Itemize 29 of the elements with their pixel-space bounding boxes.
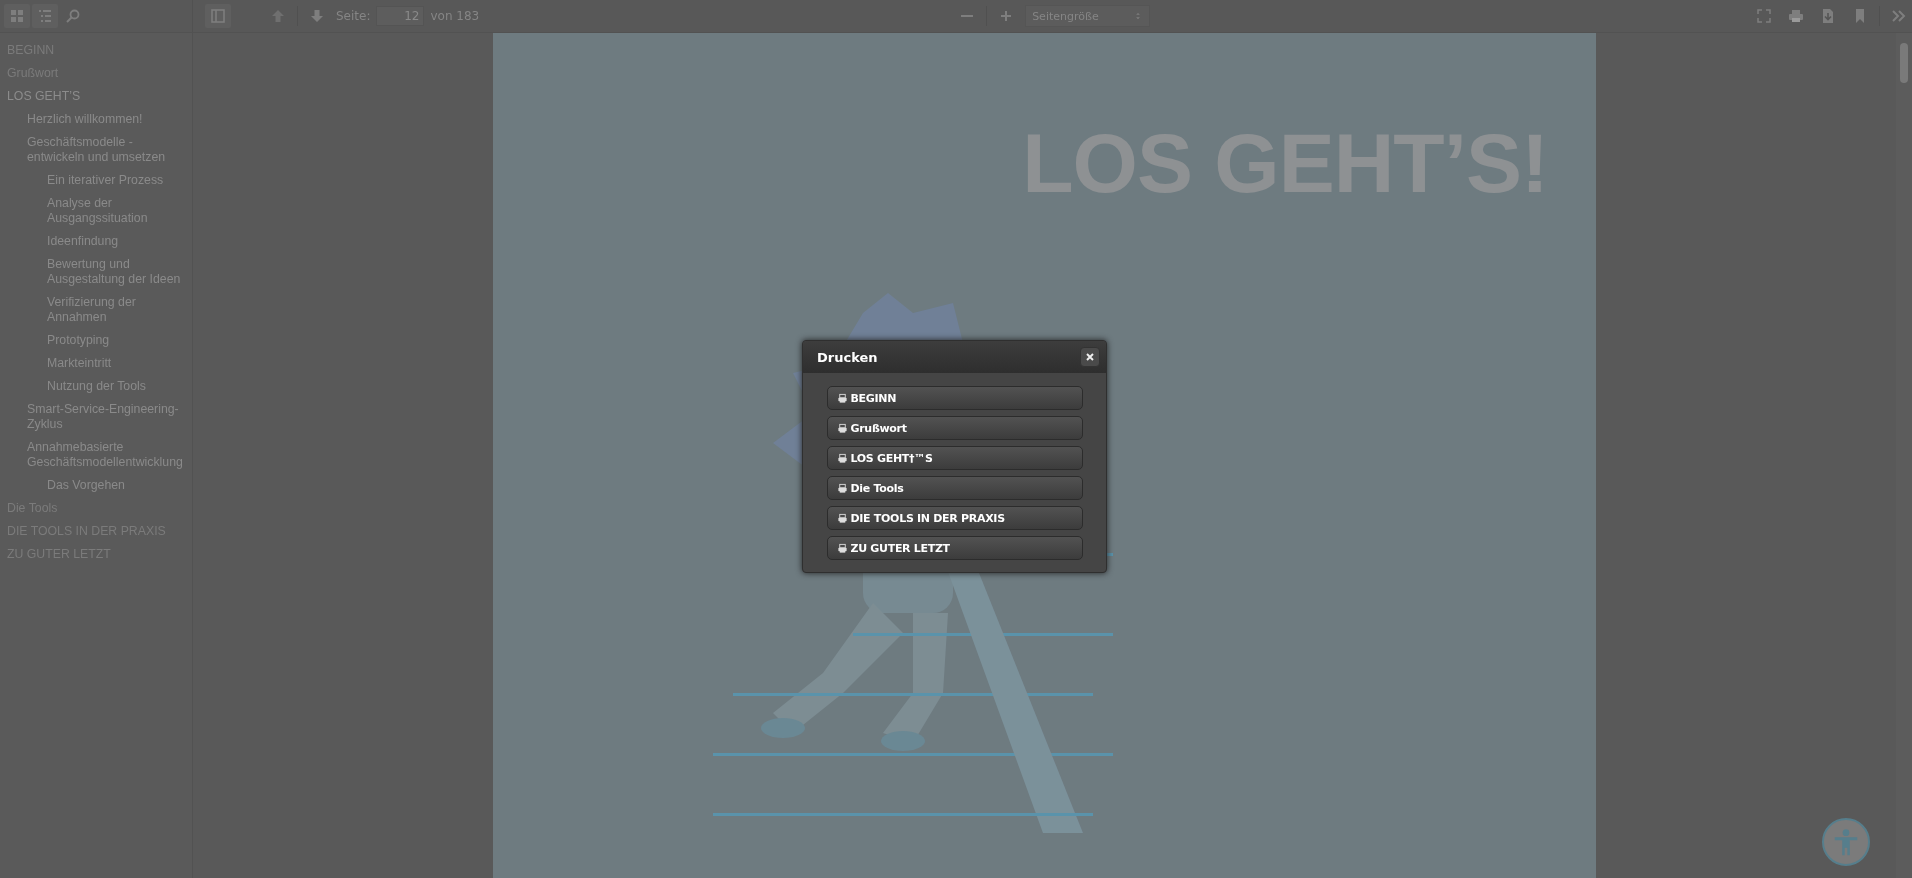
thumbnails-button[interactable]: [4, 4, 30, 28]
printer-icon: [1788, 8, 1804, 24]
print-section-button[interactable]: DIE TOOLS IN DER PRAXIS: [826, 506, 1083, 530]
printer-icon: [836, 482, 848, 494]
down-arrow-icon: [309, 8, 325, 24]
printer-icon: [836, 542, 848, 554]
printer-icon: [836, 422, 848, 434]
sidebar-toggle-button[interactable]: [205, 4, 231, 28]
close-icon: [1084, 351, 1096, 363]
printer-icon: [836, 512, 848, 524]
printer-icon: [836, 392, 848, 404]
double-chevron-icon: [1891, 8, 1907, 24]
expand-icon: [1756, 8, 1772, 24]
print-section-button[interactable]: Grußwort: [826, 416, 1083, 440]
print-section-button[interactable]: LOS GEHT†™S: [826, 446, 1083, 470]
dialog-title: Drucken: [817, 349, 878, 365]
close-button[interactable]: [1080, 347, 1100, 367]
printer-icon: [836, 452, 848, 464]
accessibility-button[interactable]: [1822, 818, 1870, 866]
list-icon: [37, 8, 53, 24]
grid-icon: [9, 8, 25, 24]
sidebar-icon: [210, 8, 226, 24]
minus-icon: [961, 14, 974, 18]
document-download-icon: [1820, 8, 1836, 24]
print-section-button[interactable]: Die Tools: [826, 476, 1083, 500]
print-section-button[interactable]: ZU GUTER LETZT: [826, 536, 1083, 560]
outline-button[interactable]: [32, 4, 58, 28]
search-icon: [65, 8, 81, 24]
print-section-button[interactable]: BEGINN: [826, 386, 1083, 410]
